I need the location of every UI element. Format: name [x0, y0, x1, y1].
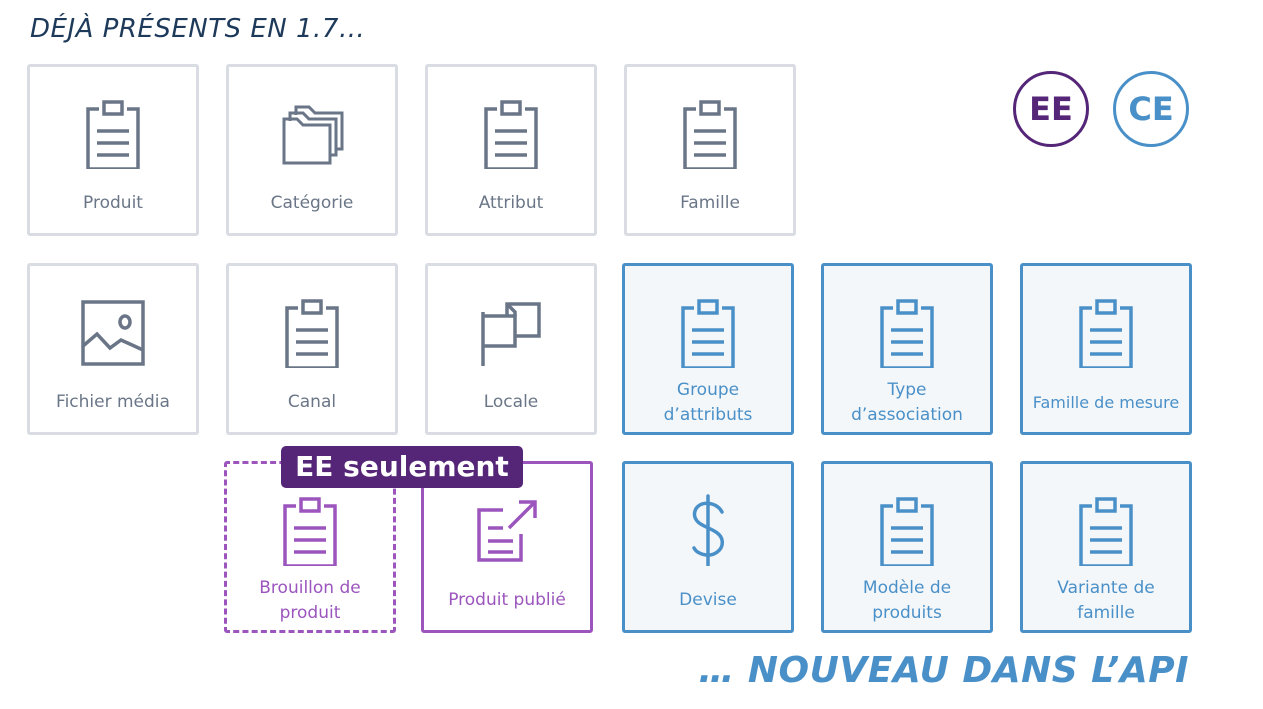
- tile-label-line: Type: [887, 380, 927, 400]
- clipboard-icon: [475, 97, 547, 169]
- tile-famille: Famille: [624, 64, 796, 236]
- publish-icon: [471, 494, 543, 566]
- tile-label: Variante de famille: [1023, 576, 1189, 626]
- section-title-new: … NOUVEAU DANS L’API: [698, 650, 1189, 691]
- tile-label: Catégorie: [270, 193, 354, 213]
- tile-label: Produit: [83, 193, 143, 213]
- tile-label: Devise: [679, 590, 737, 610]
- clipboard-icon: [77, 97, 149, 169]
- tile-label-line: Groupe: [676, 380, 740, 400]
- tile-label: Groupe d’attributs: [625, 378, 791, 428]
- clipboard-icon: [871, 296, 943, 368]
- tile-produit: Produit: [27, 64, 199, 236]
- tile-label: Canal: [287, 392, 337, 412]
- tile-label: Brouillon de produit: [227, 576, 393, 626]
- tile-label: Famille de mesure: [1032, 393, 1180, 412]
- clipboard-icon: [1070, 296, 1142, 368]
- tile-variante-famille: Variante de famille: [1020, 461, 1192, 633]
- tile-label: Famille: [680, 193, 740, 213]
- tile-label-line: produit: [279, 603, 341, 623]
- image-icon: [77, 296, 149, 368]
- dollar-icon: [672, 494, 744, 566]
- tile-label-line: d’association: [851, 405, 963, 425]
- tile-modele-produits: Modèle de produits: [821, 461, 993, 633]
- tile-attribut: Attribut: [425, 64, 597, 236]
- clipboard-icon: [1070, 494, 1142, 566]
- ee-edition-badge: EE: [1013, 71, 1089, 147]
- tile-label: Produit publié: [448, 590, 566, 610]
- tile-label: Modèle de produits: [824, 576, 990, 626]
- tile-label-line: Brouillon de: [259, 578, 361, 598]
- tile-label: Attribut: [478, 193, 544, 213]
- folders-icon: [276, 97, 348, 169]
- tile-fichier-media: Fichier média: [27, 263, 199, 435]
- clipboard-icon: [274, 494, 346, 566]
- clipboard-icon: [672, 296, 744, 368]
- clipboard-icon: [871, 494, 943, 566]
- tile-label: Type d’association: [824, 378, 990, 428]
- clipboard-icon: [674, 97, 746, 169]
- tile-type-association: Type d’association: [821, 263, 993, 435]
- tile-label-line: Modèle de: [862, 578, 952, 598]
- tile-label: Fichier média: [56, 392, 170, 412]
- section-title-existing: DÉJÀ PRÉSENTS EN 1.7…: [30, 14, 366, 44]
- tile-label-line: famille: [1077, 603, 1135, 623]
- flag-icon: [475, 296, 547, 368]
- tile-label-line: d’attributs: [663, 405, 753, 425]
- ee-only-badge: EE seulement: [281, 446, 523, 488]
- tile-groupe-attributs: Groupe d’attributs: [622, 263, 794, 435]
- tile-canal: Canal: [226, 263, 398, 435]
- clipboard-icon: [276, 296, 348, 368]
- ce-edition-badge: CE: [1113, 71, 1189, 147]
- tile-famille-de-mesure: Famille de mesure: [1020, 263, 1192, 435]
- tile-categorie: Catégorie: [226, 64, 398, 236]
- tile-label-line: produits: [872, 603, 942, 623]
- tile-devise: Devise: [622, 461, 794, 633]
- tile-label-line: Variante de: [1057, 578, 1155, 598]
- tile-label: Locale: [483, 392, 539, 412]
- tile-locale: Locale: [425, 263, 597, 435]
